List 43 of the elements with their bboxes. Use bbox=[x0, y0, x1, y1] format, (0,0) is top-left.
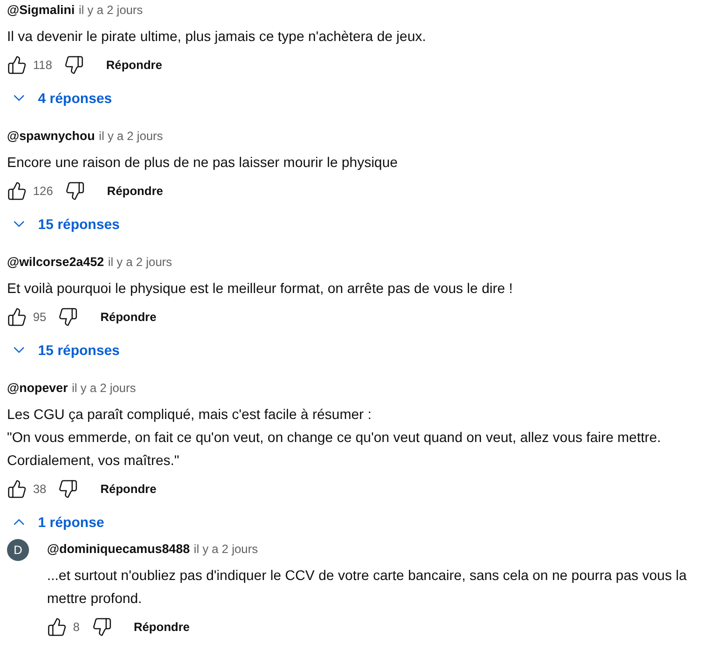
dislike-button[interactable] bbox=[64, 55, 84, 75]
comment-time: il y a 2 jours bbox=[194, 542, 258, 556]
comment-time: il y a 2 jours bbox=[78, 3, 143, 17]
comment-text: Il va devenir le pirate ultime, plus jamais ce type n'achètera de jeux. bbox=[7, 27, 428, 46]
comment-time: il y a 2 jours bbox=[98, 129, 163, 143]
comment-author[interactable]: @nopever bbox=[7, 381, 68, 395]
comment-text: "On vous emmerde, on fait ce qu'on veut, on change ce qu'on veut quand on veut, allez vous faire mettre. bbox=[7, 428, 662, 447]
reply-button[interactable]: Répondre bbox=[99, 180, 172, 202]
like-count: 8 bbox=[73, 620, 80, 634]
like-button[interactable] bbox=[7, 181, 27, 201]
dislike-button[interactable] bbox=[65, 181, 86, 201]
comment-author[interactable]: @wilcorse2a452 bbox=[7, 255, 104, 269]
like-button[interactable] bbox=[7, 55, 27, 75]
comment-time: il y a 2 jours bbox=[72, 381, 136, 395]
comment-text: ...et surtout n'oubliez pas d'indiquer le CCV de votre carte bancaire, sans cela on ne pourra pas vous la bbox=[47, 566, 687, 585]
comment-text: Cordialement, vos maîtres." bbox=[7, 451, 180, 470]
reply-button[interactable]: Répondre bbox=[98, 54, 170, 76]
like-count: 38 bbox=[33, 482, 46, 496]
like-button[interactable] bbox=[7, 479, 27, 499]
comment-author[interactable]: @dominiquecamus8488 bbox=[47, 542, 190, 556]
comment-author[interactable]: @Sigmalini bbox=[7, 3, 75, 17]
like-button[interactable] bbox=[7, 307, 27, 327]
avatar[interactable]: D bbox=[7, 539, 29, 561]
like-count: 126 bbox=[33, 184, 54, 198]
like-count: 118 bbox=[33, 58, 52, 72]
comment-author[interactable]: @spawnychou bbox=[7, 129, 95, 143]
reply-button[interactable]: Répondre bbox=[92, 478, 164, 500]
comment-time: il y a 2 jours bbox=[108, 255, 172, 269]
dislike-button[interactable] bbox=[92, 617, 112, 637]
comment-text: Encore une raison de plus de ne pas laisser mourir le physique bbox=[7, 153, 399, 172]
dislike-button[interactable] bbox=[58, 307, 78, 327]
reply-button[interactable]: Répondre bbox=[126, 616, 198, 638]
like-button[interactable] bbox=[47, 617, 67, 637]
like-count: 95 bbox=[33, 310, 46, 324]
reply-button[interactable]: Répondre bbox=[92, 306, 164, 328]
dislike-button[interactable] bbox=[58, 479, 78, 499]
comment-text: Les CGU ça paraît compliqué, mais c'est facile à résumer : bbox=[7, 405, 372, 424]
replies-toggle[interactable]: 15 réponses bbox=[7, 338, 120, 362]
replies-toggle[interactable]: 15 réponses bbox=[7, 212, 120, 236]
comment-text: Et voilà pourquoi le physique est le meilleur format, on arrête pas de vous le dire ! bbox=[7, 279, 514, 298]
comment-text: mettre profond. bbox=[47, 589, 143, 608]
replies-toggle[interactable]: 1 réponse bbox=[7, 510, 104, 534]
replies-toggle[interactable]: 4 réponses bbox=[7, 86, 112, 110]
